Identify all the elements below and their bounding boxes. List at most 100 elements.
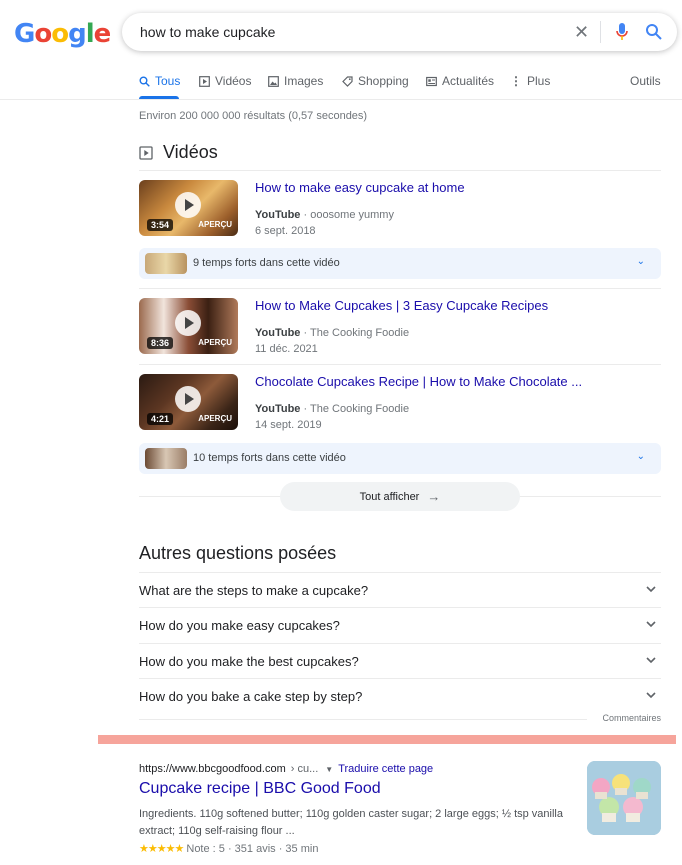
tab-label: Actualités (442, 74, 495, 88)
clear-icon[interactable]: ✕ (574, 22, 589, 43)
video-thumbnail[interactable]: 3:54 APERÇU (139, 180, 238, 236)
dropdown-icon[interactable]: ▼ (325, 765, 333, 774)
show-all-button[interactable]: Tout afficher → (280, 482, 520, 511)
cupcakes-image (587, 761, 661, 835)
key-moments-label: 9 temps forts dans cette vidéo (193, 257, 340, 269)
search-tabs: Tous Vidéos Images Shopping Actualités ⋮… (139, 73, 682, 99)
question-text: How do you make easy cupcakes? (139, 618, 340, 633)
video-date: 11 déc. 2021 (255, 343, 318, 355)
tab-videos[interactable]: Vidéos (199, 73, 251, 89)
search-icon (139, 76, 150, 87)
image-icon (268, 75, 279, 87)
chevron-down-icon (646, 586, 656, 593)
logo-letter: e (93, 19, 112, 49)
result-url[interactable]: https://www.bbcgoodfood.com › cu... ▼ Tr… (139, 763, 433, 775)
preview-label: APERÇU (198, 220, 232, 229)
divider (139, 719, 587, 720)
tools-button[interactable]: Outils (630, 73, 661, 89)
feedback-link[interactable]: Commentaires (602, 713, 661, 723)
video-thumbnail[interactable]: 8:36 APERÇU (139, 298, 238, 354)
url-text: https://www.bbcgoodfood.com (139, 763, 286, 775)
search-box[interactable]: how to make cupcake ✕ (122, 13, 677, 51)
video-duration: 8:36 (147, 337, 174, 349)
video-duration: 4:21 (147, 413, 174, 425)
video-platform: YouTube (255, 209, 301, 221)
chevron-down-icon (646, 621, 656, 628)
video-title-link[interactable]: How to make easy cupcake at home (255, 180, 465, 195)
tab-label: Vidéos (215, 74, 252, 88)
tag-icon (342, 75, 353, 87)
video-channel: The Cooking Foodie (310, 327, 410, 339)
arrow-right-icon: → (427, 489, 441, 504)
tab-shopping[interactable]: Shopping (342, 73, 409, 89)
search-icon[interactable] (645, 23, 663, 41)
logo-letter: o (51, 19, 69, 49)
url-breadcrumb: › cu... (290, 763, 319, 775)
star-rating-icon: ★★★★★ (139, 843, 184, 855)
preview-label: APERÇU (198, 338, 232, 347)
video-duration: 3:54 (147, 219, 174, 231)
rating-text: Note : 5 · 351 avis · 35 min (186, 843, 319, 855)
paa-heading: Autres questions posées (139, 543, 337, 563)
chevron-down-icon: ⌄ (636, 451, 645, 462)
google-logo[interactable]: Google (14, 19, 112, 49)
videos-section-title: Vidéos (139, 142, 218, 163)
key-moments-toggle[interactable]: 10 temps forts dans cette vidéo ⌄ (139, 443, 661, 474)
paa-question[interactable]: How do you make the best cupcakes? (139, 643, 661, 678)
video-source: YouTube · The Cooking Foodie (255, 403, 410, 415)
video-channel: ooosome yummy (310, 209, 394, 221)
paa-question[interactable]: How do you bake a cake step by step? (139, 678, 661, 713)
video-source: YouTube · ooosome yummy (255, 209, 394, 221)
result-snippet: Ingredients. 110g softened butter; 110g … (139, 808, 563, 837)
divider (139, 364, 661, 365)
logo-letter: G (14, 19, 35, 49)
video-platform: YouTube (255, 403, 301, 415)
key-moments-label: 10 temps forts dans cette vidéo (193, 452, 346, 464)
video-icon (199, 75, 210, 87)
play-icon (175, 192, 201, 218)
question-text: How do you bake a cake step by step? (139, 689, 363, 704)
tab-plus[interactable]: ⋮ Plus (510, 73, 550, 89)
question-text: How do you make the best cupcakes? (139, 654, 359, 669)
tab-label: Shopping (358, 74, 409, 88)
play-icon (175, 386, 201, 412)
news-icon (426, 76, 437, 86)
search-divider (600, 21, 601, 43)
tab-actualites[interactable]: Actualités (426, 73, 494, 89)
video-channel: The Cooking Foodie (310, 403, 410, 415)
video-title-link[interactable]: Chocolate Cupcakes Recipe | How to Make … (255, 374, 582, 389)
chevron-down-icon: ⌄ (636, 256, 645, 267)
logo-letter: l (85, 19, 95, 49)
result-thumbnail[interactable] (587, 761, 661, 835)
video-thumbnail[interactable]: 4:21 APERÇU (139, 374, 238, 430)
result-title-link[interactable]: Cupcake recipe | BBC Good Food (139, 780, 381, 798)
tab-label: Images (284, 74, 324, 88)
divider (139, 170, 661, 171)
tab-images[interactable]: Images (268, 73, 323, 89)
translate-link[interactable]: Traduire cette page (338, 763, 433, 775)
video-icon (139, 145, 153, 160)
question-text: What are the steps to make a cupcake? (139, 583, 369, 598)
tab-label: Tous (155, 74, 181, 88)
video-date: 6 sept. 2018 (255, 225, 316, 237)
play-icon (175, 310, 201, 336)
tab-tous[interactable]: Tous (139, 73, 180, 89)
video-platform: YouTube (255, 327, 301, 339)
search-input[interactable]: how to make cupcake (140, 24, 275, 40)
moment-thumbnail (145, 253, 187, 274)
chevron-down-icon (646, 692, 656, 699)
preview-label: APERÇU (198, 414, 232, 423)
more-vert-icon: ⋮ (510, 74, 522, 88)
result-stats: Environ 200 000 000 résultats (0,57 seco… (139, 110, 368, 122)
video-title-link[interactable]: How to Make Cupcakes | 3 Easy Cupcake Re… (255, 298, 548, 313)
paa-question[interactable]: How do you make easy cupcakes? (139, 607, 661, 642)
paa-question[interactable]: What are the steps to make a cupcake? (139, 572, 661, 607)
video-source: YouTube · The Cooking Foodie (255, 327, 410, 339)
logo-letter: g (68, 19, 87, 49)
tools-label: Outils (630, 74, 661, 88)
microphone-icon[interactable] (615, 22, 629, 42)
divider (139, 288, 661, 289)
moment-thumbnail (145, 448, 187, 469)
tab-label: Plus (527, 74, 551, 88)
key-moments-toggle[interactable]: 9 temps forts dans cette vidéo ⌄ (139, 248, 661, 279)
